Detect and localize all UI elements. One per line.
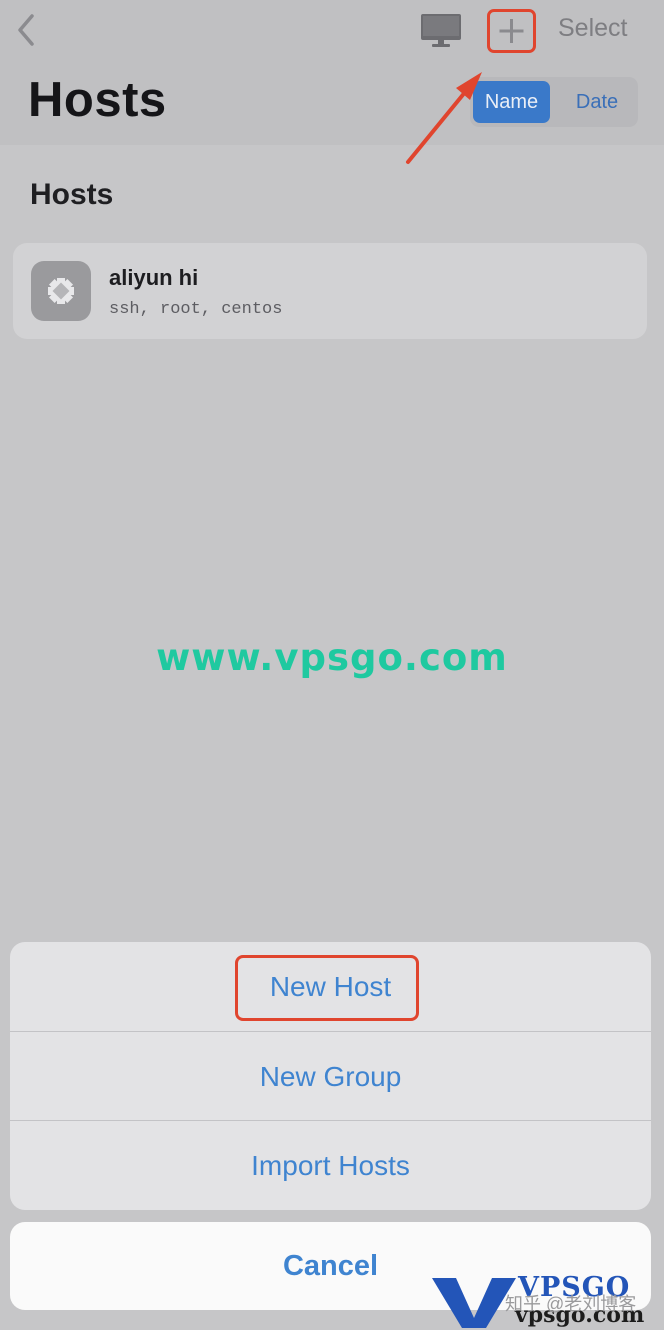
host-name: aliyun hi bbox=[109, 265, 199, 290]
section-title: Hosts bbox=[30, 178, 114, 211]
annotation-arrow-icon bbox=[406, 72, 482, 164]
host-row[interactable]: aliyun hi ssh, root, centos bbox=[13, 243, 647, 339]
host-details: ssh, root, centos bbox=[109, 300, 283, 319]
import-hosts-button[interactable]: Import Hosts bbox=[10, 1121, 651, 1210]
centos-icon bbox=[31, 261, 91, 321]
hosts-screen: Select Hosts Name Date Hosts aliyun hi s… bbox=[0, 0, 664, 1330]
annotation-highlight-box bbox=[235, 955, 419, 1021]
zhihu-watermark: 知乎 @老刘博客 bbox=[505, 1294, 637, 1314]
new-group-button[interactable]: New Group bbox=[10, 1032, 651, 1121]
watermark-text: www.vpsgo.com bbox=[156, 636, 508, 679]
